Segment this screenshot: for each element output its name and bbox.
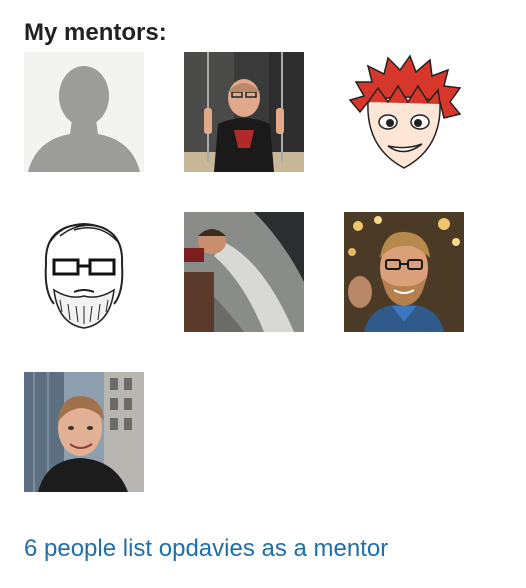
mentor-count-link[interactable]: 6 people list opdavies as a mentor: [24, 534, 388, 564]
default-avatar-silhouette-icon: [24, 52, 144, 172]
mentor-avatar-3[interactable]: [344, 52, 464, 172]
photo-man-city-street-icon: [24, 372, 144, 492]
mentor-avatar-1[interactable]: [24, 52, 144, 172]
mentor-avatar-6[interactable]: [344, 212, 464, 332]
photo-man-in-car-window-icon: [184, 212, 304, 332]
mentors-heading: My mentors:: [24, 19, 167, 46]
mentor-avatar-2[interactable]: [184, 52, 304, 172]
mentor-avatar-5[interactable]: [184, 212, 304, 332]
cartoon-red-hair-avatar-icon: [344, 52, 464, 172]
sketch-bearded-glasses-avatar-icon: [24, 212, 144, 332]
mentors-grid: [24, 52, 504, 492]
photo-man-on-swing-icon: [184, 52, 304, 172]
mentor-avatar-4[interactable]: [24, 212, 144, 332]
photo-man-glasses-beard-icon: [344, 212, 464, 332]
mentor-avatar-7[interactable]: [24, 372, 144, 492]
